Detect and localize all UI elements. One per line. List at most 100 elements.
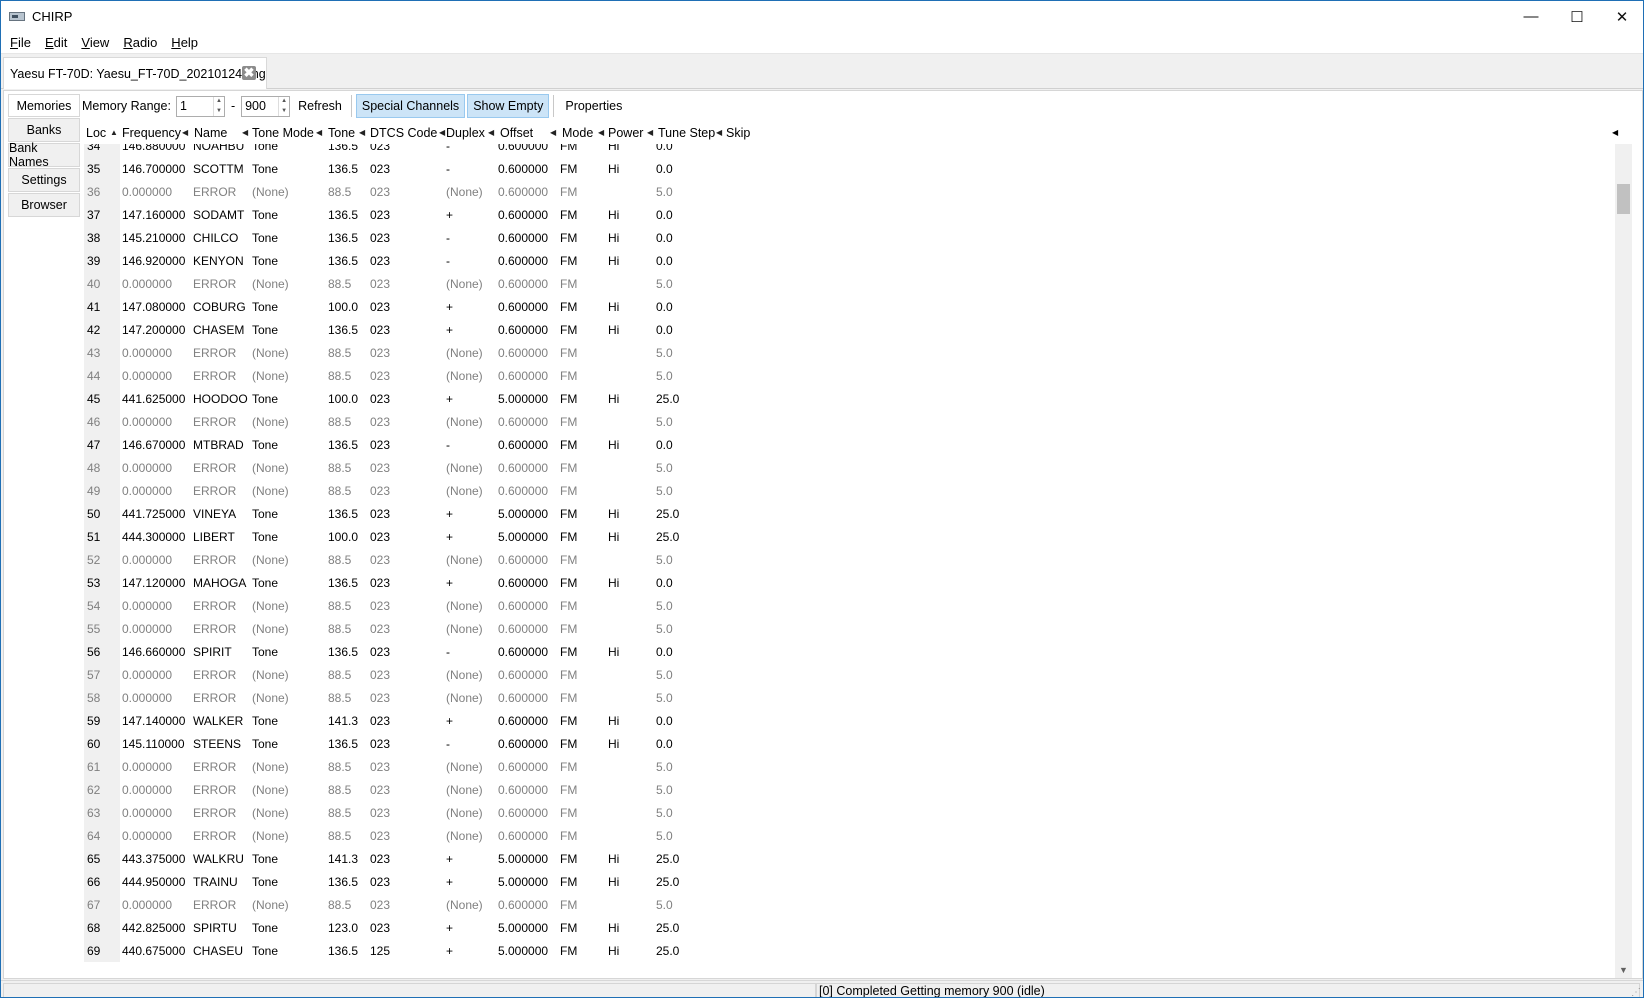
cell-power[interactable]: Hi [608,507,619,521]
cell-name[interactable]: ERROR [193,415,236,429]
cell-name[interactable]: WALKRU [193,852,244,866]
cell-dtcs-code[interactable]: 023 [370,875,390,889]
cell-name[interactable]: ERROR [193,484,236,498]
cell-duplex[interactable]: - [446,645,450,659]
cell-tune-step[interactable]: 25.0 [656,507,679,521]
cell-tune-step[interactable]: 0.0 [656,645,673,659]
cell-tone-mode[interactable]: Tone [252,208,278,222]
empty-memory-row[interactable]: 61 0.000000 ERROR (None) 88.5 023 (None) 0.6000… [84,755,1632,778]
cell-dtcs-code[interactable]: 023 [370,622,390,636]
cell-dtcs-code[interactable]: 023 [370,438,390,452]
file-tab[interactable]: Yaesu FT-70D: Yaesu_FT-70D_20210124.img … [3,57,267,89]
column-resize-icon[interactable]: ◀ [647,128,653,137]
cell-power[interactable]: Hi [608,208,619,222]
cell-offset[interactable]: 0.600000 [498,346,548,360]
close-button[interactable]: ✕ [1599,1,1643,32]
memory-row[interactable]: 50 441.725000 VINEYA Tone 136.5 023 +5.000000 F… [84,502,1632,525]
cell-tune-step[interactable]: 5.0 [656,346,673,360]
spinner-arrows-icon[interactable]: ▲ ▼ [212,96,224,116]
cell-duplex[interactable]: + [446,530,453,544]
column-resize-icon[interactable]: ◀ [182,128,188,137]
cell-tone[interactable]: 88.5 [328,668,351,682]
cell-offset[interactable]: 0.600000 [498,714,548,728]
memory-row[interactable]: 59 147.140000 WALKER Tone 141.3 023 +0.600000 F… [84,709,1632,732]
cell-tone[interactable]: 136.5 [328,254,358,268]
column-header-name[interactable]: Name ◀ [194,126,248,140]
cell-power[interactable]: Hi [608,231,619,245]
memory-row[interactable]: 45 441.625000 HOODOO Tone 100.0 023 +5.000000 F… [84,387,1632,410]
cell-tone[interactable]: 88.5 [328,553,351,567]
cell-tune-step[interactable]: 0.0 [656,254,673,268]
cell-offset[interactable]: 0.600000 [498,208,548,222]
range-end-spinner[interactable]: ▲▼ [241,95,291,117]
cell-offset[interactable]: 0.600000 [498,829,548,843]
cell-mode[interactable]: FM [560,484,577,498]
cell-name[interactable]: VINEYA [193,507,236,521]
cell-dtcs-code[interactable]: 023 [370,921,390,935]
cell-dtcs-code[interactable]: 023 [370,277,390,291]
cell-mode[interactable]: FM [560,162,577,176]
cell-power[interactable]: Hi [608,576,619,590]
cell-tune-step[interactable]: 25.0 [656,392,679,406]
cell-duplex[interactable]: (None) [446,461,483,475]
cell-dtcs-code[interactable]: 023 [370,530,390,544]
minimize-button[interactable]: — [1508,1,1554,32]
cell-tune-step[interactable]: 0.0 [656,438,673,452]
memory-row[interactable]: 42 147.200000 CHASEM Tone 136.5 023 +0.600000 F… [84,318,1632,341]
cell-tune-step[interactable]: 5.0 [656,277,673,291]
cell-tone[interactable]: 88.5 [328,461,351,475]
cell-duplex[interactable]: + [446,944,453,958]
cell-frequency[interactable]: 0.000000 [122,369,172,383]
cell-power[interactable]: Hi [608,438,619,452]
cell-tone-mode[interactable]: Tone [252,438,278,452]
cell-mode[interactable]: FM [560,530,577,544]
cell-duplex[interactable]: + [446,208,453,222]
cell-tone[interactable]: 88.5 [328,185,351,199]
cell-tone-mode[interactable]: Tone [252,875,278,889]
cell-duplex[interactable]: + [446,852,453,866]
cell-power[interactable]: Hi [608,737,619,751]
cell-duplex[interactable]: (None) [446,484,483,498]
cell-dtcs-code[interactable]: 023 [370,231,390,245]
cell-power[interactable]: Hi [608,300,619,314]
cell-power[interactable]: Hi [608,530,619,544]
cell-frequency[interactable]: 0.000000 [122,691,172,705]
cell-tune-step[interactable]: 25.0 [656,944,679,958]
cell-duplex[interactable]: + [446,507,453,521]
cell-tone-mode[interactable]: (None) [252,760,289,774]
menu-view[interactable]: View [74,35,116,50]
cell-duplex[interactable]: + [446,392,453,406]
cell-tune-step[interactable]: 0.0 [656,231,673,245]
cell-tone[interactable]: 88.5 [328,346,351,360]
cell-power[interactable]: Hi [608,852,619,866]
cell-dtcs-code[interactable]: 023 [370,300,390,314]
column-header-frequency[interactable]: Frequency ◀ [122,126,188,140]
cell-offset[interactable]: 0.600000 [498,484,548,498]
cell-tone[interactable]: 88.5 [328,369,351,383]
column-resize-icon[interactable]: ◀ [598,128,604,137]
cell-tone-mode[interactable]: (None) [252,806,289,820]
cell-tone-mode[interactable]: Tone [252,530,278,544]
cell-tune-step[interactable]: 25.0 [656,852,679,866]
menu-radio[interactable]: Radio [116,35,164,50]
column-resize-icon[interactable]: ◀ [316,128,322,137]
cell-dtcs-code[interactable]: 023 [370,484,390,498]
cell-mode[interactable]: FM [560,783,577,797]
column-header-tone-mode[interactable]: Tone Mode ◀ [252,126,322,140]
cell-tone[interactable]: 88.5 [328,760,351,774]
cell-tone-mode[interactable]: Tone [252,737,278,751]
cell-tone[interactable]: 100.0 [328,300,358,314]
memory-row[interactable]: 69 440.675000 CHASEU Tone 136.5 125 +5.000000 F… [84,939,1632,962]
cell-mode[interactable]: FM [560,576,577,590]
column-header-loc[interactable]: Loc ▲ [86,126,118,140]
cell-mode[interactable]: FM [560,323,577,337]
cell-duplex[interactable]: - [446,737,450,751]
cell-name[interactable]: ERROR [193,599,236,613]
cell-frequency[interactable]: 0.000000 [122,806,172,820]
cell-offset[interactable]: 5.000000 [498,944,548,958]
cell-dtcs-code[interactable]: 023 [370,898,390,912]
cell-tone[interactable]: 136.5 [328,944,358,958]
cell-mode[interactable]: FM [560,829,577,843]
cell-frequency[interactable]: 442.825000 [122,921,185,935]
cell-tone[interactable]: 136.5 [328,208,358,222]
